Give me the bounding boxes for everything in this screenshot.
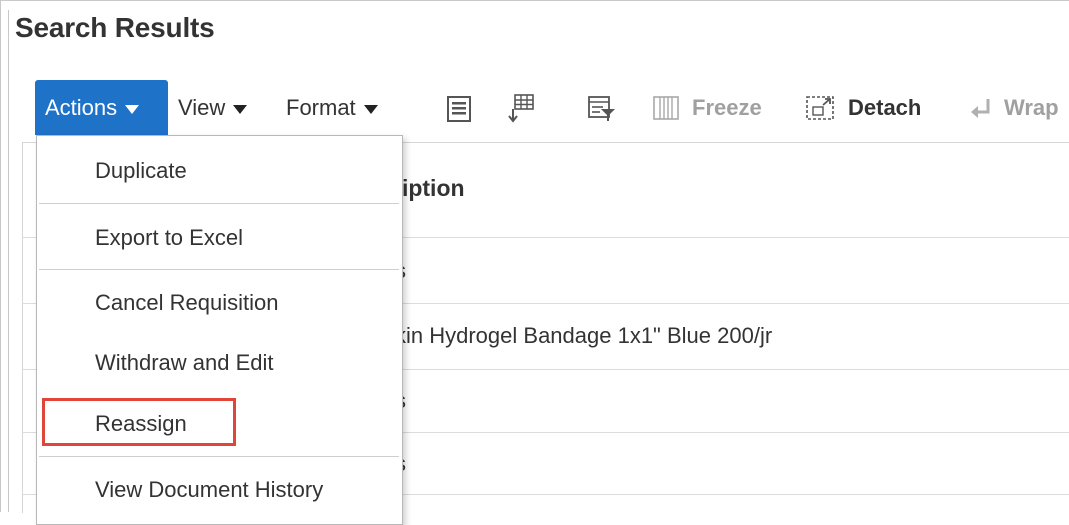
actions-menu-button[interactable]: Actions [35, 80, 168, 135]
actions-dropdown-menu: Duplicate Export to Excel Cancel Requisi… [36, 135, 403, 525]
format-label: Format [286, 94, 356, 120]
chevron-down-icon [125, 104, 140, 114]
view-menu-button[interactable]: View [178, 80, 248, 135]
freeze-label: Freeze [692, 94, 762, 120]
chevron-down-icon [233, 104, 248, 114]
menu-item-export-to-excel[interactable]: Export to Excel [95, 225, 243, 251]
view-label: View [178, 94, 226, 120]
reassign-highlight-box [42, 398, 236, 446]
column-header-description[interactable]: ription [393, 175, 465, 202]
menu-separator [39, 456, 399, 457]
wrap-label: Wrap [1004, 94, 1059, 120]
wrap-arrow-icon [971, 98, 990, 118]
frame-left-border [0, 0, 1, 512]
chevron-down-icon [363, 104, 378, 114]
reorder-columns-icon[interactable] [505, 92, 537, 124]
format-menu-button[interactable]: Format [286, 80, 378, 135]
detach-icon [806, 95, 834, 120]
menu-item-view-document-history[interactable]: View Document History [95, 477, 323, 503]
actions-label: Actions [45, 94, 118, 120]
freeze-button[interactable]: Freeze [652, 80, 762, 135]
detach-label: Detach [848, 94, 922, 120]
table-row[interactable]: kin Hydrogel Bandage 1x1" Blue 200/jr [395, 323, 772, 349]
menu-item-cancel-requisition[interactable]: Cancel Requisition [95, 290, 278, 316]
menu-item-duplicate[interactable]: Duplicate [95, 158, 187, 184]
menu-separator [39, 269, 399, 270]
page-title: Search Results [15, 12, 215, 43]
wrap-button[interactable]: Wrap [968, 80, 1059, 135]
query-by-example-icon[interactable] [585, 92, 617, 124]
menu-separator [39, 203, 399, 204]
menu-item-withdraw-and-edit[interactable]: Withdraw and Edit [95, 350, 274, 376]
panel-left-border [8, 10, 9, 512]
frame-top-border [0, 0, 1069, 1]
detach-button[interactable]: Detach [804, 80, 921, 135]
freeze-columns-icon [653, 95, 679, 120]
columns-list-icon[interactable] [443, 92, 475, 124]
